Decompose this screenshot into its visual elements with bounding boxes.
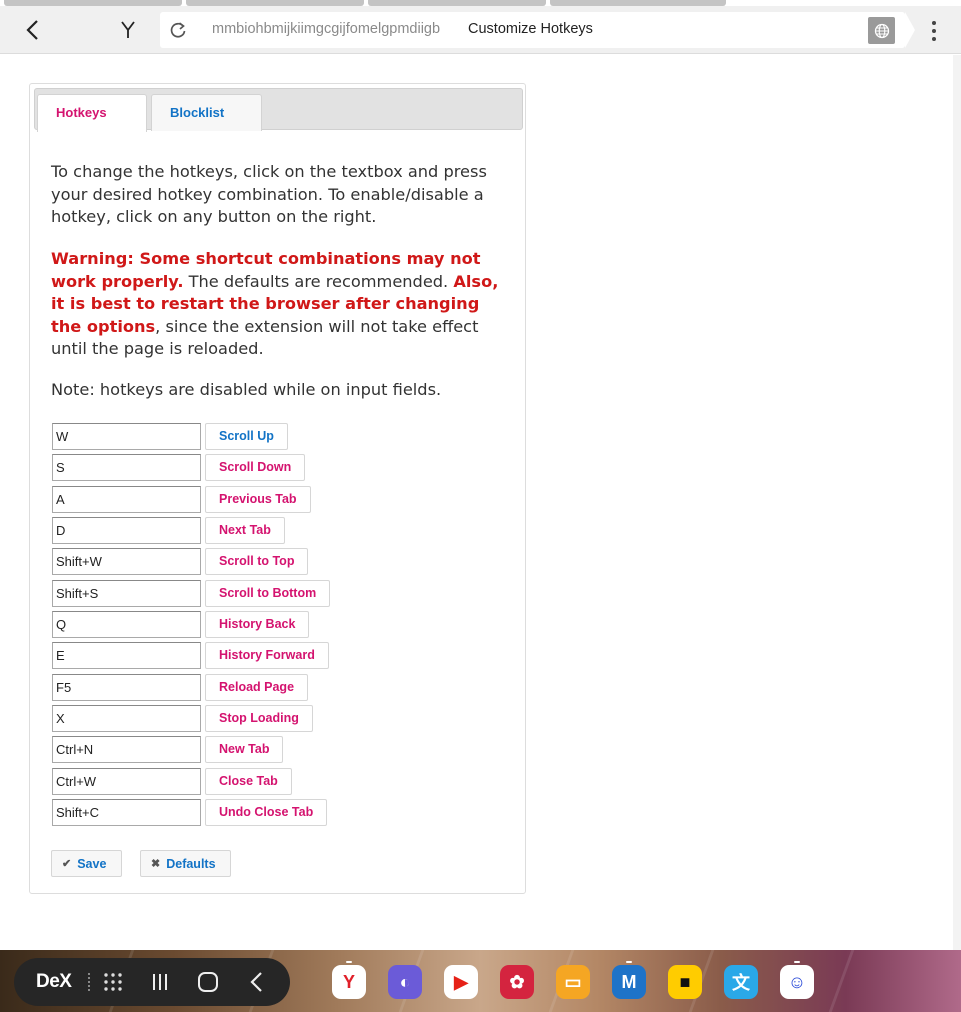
hotkey-input[interactable]: Ctrl+N (52, 735, 201, 763)
options-tab-bar: Hotkeys Blocklist (34, 88, 523, 132)
hotkey-input[interactable]: F5 (52, 673, 201, 701)
running-indicator (346, 961, 352, 963)
hotkey-input[interactable]: Q (52, 610, 201, 638)
hotkey-row: W Scroll Up (52, 422, 288, 450)
hotkey-toggle-button[interactable]: Scroll Down (205, 453, 306, 481)
save-button[interactable]: ✔ Save (51, 850, 122, 877)
running-indicator (794, 961, 800, 963)
hotkey-toggle-button[interactable]: Scroll to Bottom (205, 579, 331, 607)
hotkey-input[interactable]: W (52, 422, 201, 450)
hotkey-toggle-button[interactable]: Reload Page (205, 673, 309, 701)
warning-default-text: The defaults are recommended. (183, 271, 454, 291)
hotkey-toggle-button[interactable]: Scroll to Top (205, 547, 309, 575)
hotkey-input[interactable]: Shift+C (52, 798, 201, 826)
browser-toolbar: mmbiohbmijkiimgcgijfomelgpmdiigb Customi… (0, 6, 961, 54)
hotkey-toggle-button[interactable]: New Tab (205, 735, 284, 763)
menu-button[interactable] (924, 18, 944, 44)
more-vertical-icon (932, 21, 936, 25)
hotkey-row: F5 Reload Page (52, 673, 309, 701)
yandex-browser-icon[interactable]: Y (332, 965, 366, 999)
back-icon[interactable] (243, 969, 269, 995)
hotkey-row: Ctrl+W Close Tab (52, 767, 292, 795)
chevron-left-icon (26, 20, 38, 40)
home-icon[interactable] (195, 969, 221, 995)
hotkey-toggle-button[interactable]: Scroll Up (205, 422, 288, 450)
hotkey-input[interactable]: D (52, 516, 201, 544)
hotkey-toggle-button[interactable]: Previous Tab (205, 485, 311, 513)
hotkey-row: Shift+S Scroll to Bottom (52, 579, 331, 607)
hotkey-row: E History Forward (52, 641, 329, 669)
recents-icon[interactable] (147, 969, 173, 995)
save-label: Save (77, 856, 107, 871)
hotkey-row: X Stop Loading (52, 704, 313, 732)
tab-hotkeys[interactable]: Hotkeys (37, 94, 147, 132)
hotkey-row: D Next Tab (52, 516, 285, 544)
hotkey-input[interactable]: Shift+S (52, 579, 201, 607)
infinite-painter-icon[interactable]: M (612, 965, 646, 999)
hotkey-input[interactable]: Shift+W (52, 547, 201, 575)
samsung-internet-icon[interactable]: ◐ (388, 965, 422, 999)
hotkey-input[interactable]: A (52, 485, 201, 513)
back-button[interactable] (18, 16, 46, 44)
hotkey-row: S Scroll Down (52, 453, 306, 481)
address-bar[interactable]: mmbiohbmijkiimgcgijfomelgpmdiigb Customi… (160, 12, 915, 48)
hotkey-toggle-button[interactable]: Stop Loading (205, 704, 313, 732)
options-panel: Hotkeys Blocklist To change the hotkeys,… (29, 83, 526, 894)
hotkey-toggle-button[interactable]: History Forward (205, 641, 329, 669)
hotkey-toggle-button[interactable]: Undo Close Tab (205, 798, 328, 826)
dex-logo[interactable]: DeX (36, 971, 72, 993)
hotkey-row: Q History Back (52, 610, 310, 638)
notes-icon[interactable]: ■ (668, 965, 702, 999)
translate-icon[interactable]: 文 (724, 965, 758, 999)
hotkey-row: Shift+C Undo Close Tab (52, 798, 328, 826)
youtube-icon[interactable]: ▶ (444, 965, 478, 999)
tab-blocklist[interactable]: Blocklist (151, 94, 262, 131)
hotkey-input[interactable]: X (52, 704, 201, 732)
warning-text: Warning: Some shortcut combinations may … (51, 248, 511, 361)
hotkey-input[interactable]: Ctrl+W (52, 767, 201, 795)
hotkey-toggle-button[interactable]: Close Tab (205, 767, 292, 795)
hotkey-input[interactable]: E (52, 641, 201, 669)
yandex-logo-icon[interactable] (116, 16, 140, 44)
page-scrollbar[interactable] (953, 55, 961, 950)
page-title: Customize Hotkeys (468, 21, 593, 37)
url-host: mmbiohbmijkiimgcgijfomelgpmdiigb (212, 21, 441, 37)
check-icon: ✔ (62, 858, 72, 870)
intro-text: To change the hotkeys, click on the text… (51, 162, 487, 226)
note-text: Note: hotkeys are disabled while on inpu… (51, 380, 442, 399)
hotkey-input[interactable]: S (52, 453, 201, 481)
close-icon: ✖ (151, 858, 161, 870)
defaults-label: Defaults (166, 856, 216, 871)
running-indicator (626, 961, 632, 963)
hotkey-row: Ctrl+N New Tab (52, 735, 284, 763)
hotkey-row: A Previous Tab (52, 485, 311, 513)
mascot-app-icon[interactable]: ☺ (780, 965, 814, 999)
apps-grid-icon[interactable] (100, 969, 126, 995)
hotkey-row: Shift+W Scroll to Top (52, 547, 309, 575)
my-files-icon[interactable]: ▭ (556, 965, 590, 999)
hotkey-toggle-button[interactable]: Next Tab (205, 516, 285, 544)
reload-icon[interactable] (168, 20, 188, 40)
globe-icon (874, 23, 889, 38)
dex-navigation-bar: DeX (14, 958, 290, 1006)
bixby-gallery-icon[interactable]: ✿ (500, 965, 534, 999)
site-info-button[interactable] (868, 17, 895, 44)
hotkey-toggle-button[interactable]: History Back (205, 610, 310, 638)
defaults-button[interactable]: ✖ Defaults (140, 850, 231, 877)
